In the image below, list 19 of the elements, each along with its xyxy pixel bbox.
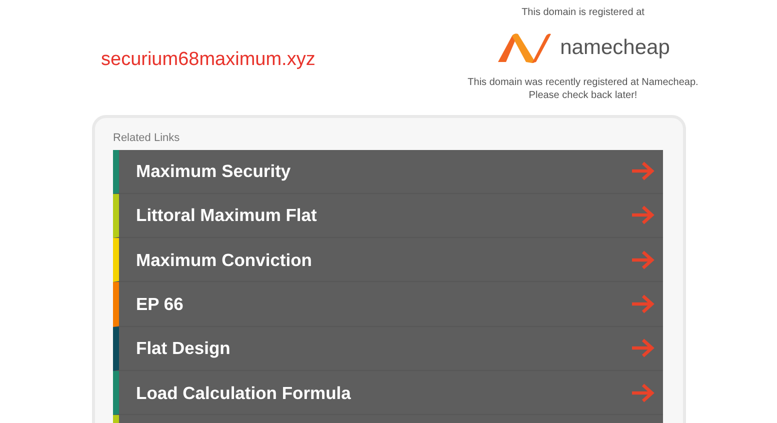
- section-heading: Related Links: [113, 131, 181, 146]
- logo-icon: [496, 32, 552, 64]
- arrow-icon: [631, 294, 655, 314]
- arrow-icon: [631, 161, 655, 182]
- domain-name: securium68maximum.xyz: [101, 48, 316, 72]
- registration-message: This domain was recently registered at Namecheap.: [468, 76, 698, 89]
- arrow-icon: [631, 250, 655, 270]
- related-link[interactable]: Maximum Conviction: [113, 238, 663, 282]
- check-back-message: Please check back later!: [528, 89, 638, 102]
- registrar-intro: This domain is registered at: [522, 6, 644, 20]
- related-link[interactable]: Maximum Security: [113, 150, 663, 194]
- arrow-icon: [631, 205, 655, 226]
- related-link[interactable]: Littoral Maximum Flat: [113, 194, 663, 238]
- logo-text: namecheap: [560, 35, 670, 62]
- related-link[interactable]: Load Calculation Formula: [113, 370, 663, 416]
- arrow-icon: [631, 338, 655, 358]
- related-link[interactable]: EP 66: [113, 282, 663, 327]
- related-link[interactable]: Flat Design: [113, 326, 663, 371]
- arrow-icon: [631, 382, 655, 403]
